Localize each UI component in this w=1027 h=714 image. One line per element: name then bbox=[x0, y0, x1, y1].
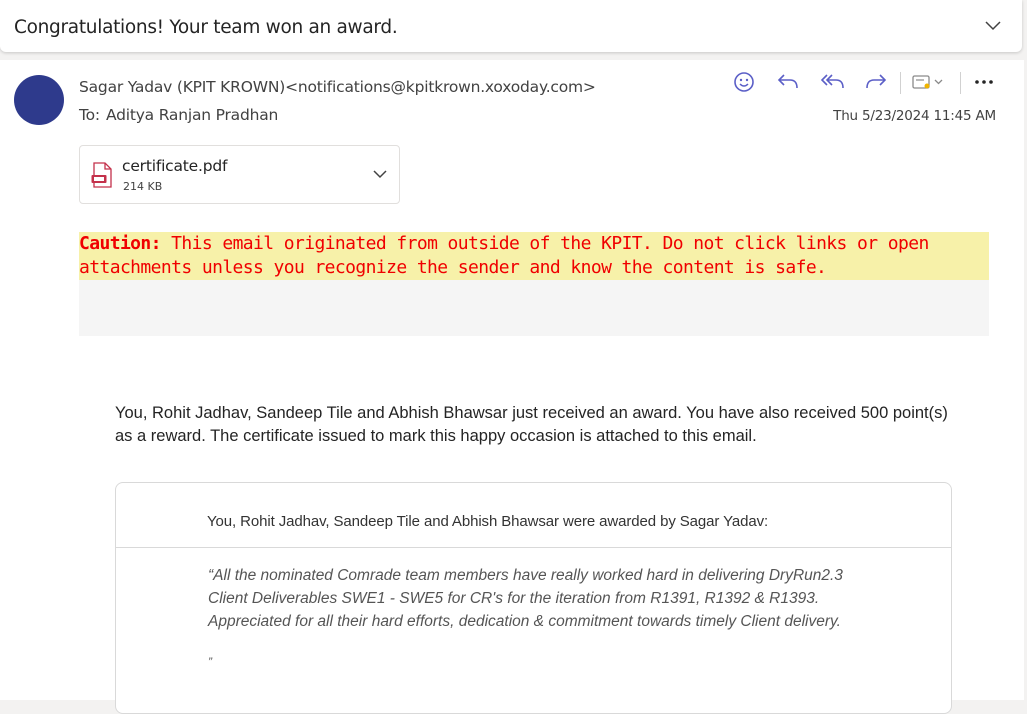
pdf-file-icon bbox=[91, 162, 112, 188]
caution-message: This email originated from outside of th… bbox=[79, 233, 929, 278]
avatar[interactable] bbox=[14, 75, 64, 125]
emoji-icon[interactable] bbox=[730, 68, 758, 96]
recipient-line: To: Aditya Ranjan Pradhan bbox=[79, 106, 278, 124]
received-date: Thu 5/23/2024 11:45 AM bbox=[833, 108, 996, 124]
recipient-name[interactable]: Aditya Ranjan Pradhan bbox=[106, 106, 278, 124]
award-intro: You, Rohit Jadhav, Sandeep Tile and Abhi… bbox=[115, 404, 948, 445]
caution-label: Caution: bbox=[79, 233, 162, 254]
sender-name: Sagar Yadav (KPIT KROWN) bbox=[79, 78, 286, 96]
quote-close: ” bbox=[208, 655, 212, 669]
chevron-down-icon[interactable] bbox=[372, 168, 388, 180]
apps-icon[interactable] bbox=[908, 68, 948, 96]
to-label: To: bbox=[79, 106, 100, 124]
chevron-down-icon[interactable] bbox=[984, 18, 1002, 32]
award-header-text: You, Rohit Jadhav, Sandeep Tile and Abhi… bbox=[207, 513, 769, 530]
award-header: You, Rohit Jadhav, Sandeep Tile and Abhi… bbox=[116, 483, 951, 548]
caution-banner: Caution: This email originated from outs… bbox=[79, 232, 989, 336]
caution-text: Caution: This email originated from outs… bbox=[79, 232, 989, 280]
award-quote: “All the nominated Comrade team members … bbox=[208, 567, 843, 630]
sender-line[interactable]: Sagar Yadav (KPIT KROWN)<notifications@k… bbox=[79, 78, 596, 96]
forward-icon[interactable] bbox=[862, 68, 890, 96]
divider bbox=[960, 72, 961, 94]
attachment-size: 214 KB bbox=[123, 180, 163, 193]
attachment-card[interactable]: certificate.pdf 214 KB bbox=[79, 145, 400, 204]
award-box: You, Rohit Jadhav, Sandeep Tile and Abhi… bbox=[115, 482, 952, 714]
attachment-name: certificate.pdf bbox=[122, 157, 228, 175]
more-icon[interactable] bbox=[970, 68, 998, 96]
reply-icon[interactable] bbox=[774, 68, 802, 96]
reply-all-icon[interactable] bbox=[818, 68, 846, 96]
email-subject: Congratulations! Your team won an award. bbox=[14, 17, 398, 38]
divider bbox=[900, 72, 901, 94]
sender-email: <notifications@kpitkrown.xoxoday.com> bbox=[285, 78, 596, 96]
subject-bar: Congratulations! Your team won an award. bbox=[0, 0, 1022, 52]
